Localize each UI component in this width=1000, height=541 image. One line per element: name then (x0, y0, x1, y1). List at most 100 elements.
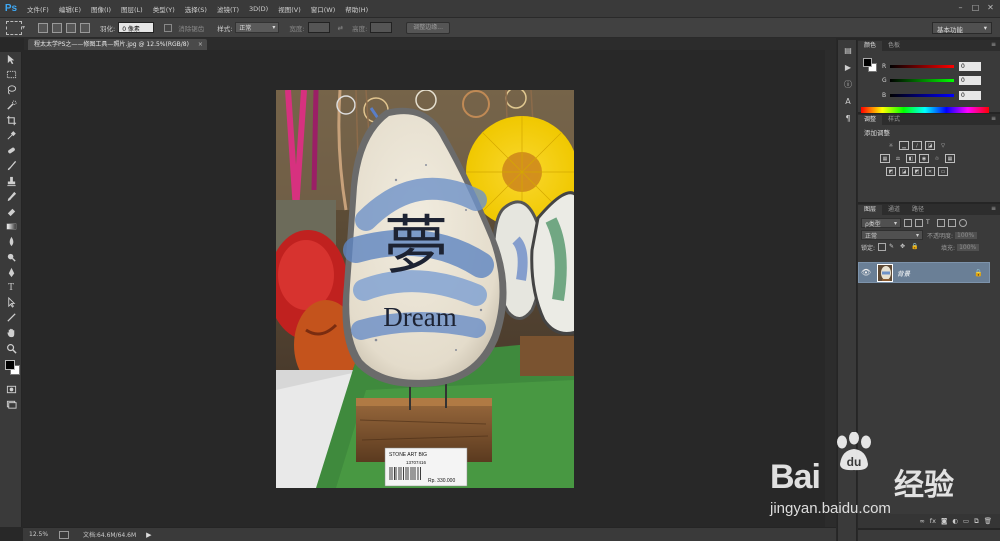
refine-edge-button[interactable]: 调整边缘... (406, 21, 450, 34)
color-balance-icon[interactable]: ⚖ (893, 154, 903, 163)
gradient-tool-icon[interactable] (0, 219, 22, 234)
add-selection-icon[interactable] (52, 22, 62, 33)
style-select[interactable]: 正常 ▾ (235, 22, 280, 33)
filter-adjustment-icon[interactable] (915, 219, 923, 227)
character-panel-icon[interactable]: A (839, 94, 857, 108)
info-panel-icon[interactable]: ⓘ (839, 77, 857, 91)
quick-mask-icon[interactable] (0, 382, 22, 397)
actions-panel-icon[interactable]: ▶ (839, 60, 857, 74)
red-slider[interactable] (890, 64, 954, 68)
tab-swatches[interactable]: 色板 (882, 41, 906, 51)
tab-channels[interactable]: 通道 (882, 205, 906, 215)
green-slider[interactable] (890, 78, 954, 82)
menu-select[interactable]: 选择(S) (180, 4, 212, 14)
rect-marquee-tool-icon[interactable] (0, 67, 22, 82)
hand-tool-icon[interactable] (0, 325, 22, 340)
zoom-tool-icon[interactable] (0, 341, 22, 356)
history-brush-tool-icon[interactable] (0, 189, 22, 204)
panel-menu-icon[interactable]: ≡ (991, 115, 996, 122)
document-image[interactable]: 夢 Dream STONE ART BIG 13707416 Rp. 330.0… (276, 90, 574, 488)
menu-3d[interactable]: 3D(D) (244, 5, 273, 13)
filter-shape-icon[interactable] (937, 219, 945, 227)
height-input[interactable] (370, 22, 393, 33)
blue-slider[interactable] (890, 93, 954, 97)
clone-stamp-tool-icon[interactable] (0, 174, 22, 189)
red-value[interactable]: 0 (959, 61, 981, 71)
brightness-contrast-icon[interactable]: ☼ (886, 141, 896, 150)
lock-transparent-icon[interactable] (878, 243, 887, 251)
tab-adjustments[interactable]: 调整 (858, 115, 883, 125)
filter-type-icon[interactable]: T (926, 219, 934, 227)
foreground-color-swatch[interactable] (863, 58, 872, 67)
color-lookup-icon[interactable]: ▦ (945, 154, 955, 163)
close-button[interactable]: ✕ (985, 2, 996, 13)
channel-mixer-icon[interactable]: ♲ (932, 154, 942, 163)
blue-value[interactable]: 0 (959, 90, 981, 100)
antialias-checkbox[interactable] (164, 23, 173, 32)
layer-kind-filter[interactable]: ρ类型 ▾ (861, 218, 901, 228)
filter-smart-icon[interactable] (948, 219, 956, 227)
tab-color[interactable]: 颜色 (858, 41, 883, 51)
tab-paths[interactable]: 路径 (906, 205, 930, 215)
marquee-preset-icon[interactable] (6, 20, 22, 35)
photo-filter-icon[interactable]: ◉ (919, 154, 929, 163)
filter-pixel-icon[interactable] (904, 219, 912, 227)
eraser-tool-icon[interactable] (0, 204, 22, 219)
tab-styles[interactable]: 样式 (882, 115, 906, 125)
minimize-button[interactable]: – (955, 2, 966, 13)
menu-image[interactable]: 图像(I) (86, 4, 116, 14)
brush-tool-icon[interactable] (0, 158, 22, 173)
fill-input[interactable]: 100% (957, 243, 980, 251)
menu-window[interactable]: 窗口(W) (306, 4, 341, 14)
color-spectrum[interactable] (861, 107, 989, 113)
menu-view[interactable]: 视图(V) (273, 4, 306, 14)
green-value[interactable]: 0 (959, 75, 981, 85)
pen-tool-icon[interactable] (0, 265, 22, 280)
levels-icon[interactable]: ▁ (899, 141, 909, 150)
menu-help[interactable]: 帮助(H) (340, 4, 373, 14)
color-chips[interactable] (0, 356, 22, 382)
hue-saturation-icon[interactable]: ▦ (880, 154, 890, 163)
screen-mode-icon[interactable] (0, 397, 22, 412)
type-tool-icon[interactable]: T (0, 280, 22, 295)
vibrance-icon[interactable]: ▽ (938, 141, 948, 150)
menu-file[interactable]: 文件(F) (22, 4, 54, 14)
swap-icon[interactable]: ⇄ (338, 24, 343, 32)
eye-icon[interactable]: 👁 (859, 268, 873, 277)
opacity-input[interactable]: 100% (955, 231, 978, 239)
dodge-tool-icon[interactable] (0, 249, 22, 264)
lock-position-icon[interactable]: ✥ (900, 243, 908, 251)
selective-color-icon[interactable]: ✕ (925, 167, 935, 176)
tab-layers[interactable]: 图层 (858, 205, 883, 215)
chevron-down-icon[interactable]: ▾ (22, 24, 30, 31)
close-icon[interactable]: × (198, 39, 203, 50)
threshold-icon[interactable]: ◩ (912, 167, 922, 176)
document-tab[interactable]: 程太太学PS之——修图工具—照片.jpg @ 12.5%(RGB/8) × (28, 39, 207, 50)
eyedropper-tool-icon[interactable] (0, 128, 22, 143)
subtract-selection-icon[interactable] (66, 22, 76, 33)
layer-name[interactable]: 背景 (897, 268, 974, 278)
intersect-selection-icon[interactable] (80, 22, 90, 33)
crop-tool-icon[interactable] (0, 113, 22, 128)
status-menu-arrow-icon[interactable]: ▶ (146, 531, 151, 539)
panel-menu-icon[interactable]: ≡ (991, 205, 996, 212)
menu-layer[interactable]: 图层(L) (116, 4, 148, 14)
canvas-area[interactable]: 夢 Dream STONE ART BIG 13707416 Rp. 330.0… (23, 50, 836, 527)
path-select-tool-icon[interactable] (0, 295, 22, 310)
document-info-icon[interactable] (59, 530, 69, 539)
lock-pixels-icon[interactable]: ✎ (889, 243, 897, 251)
feather-input[interactable]: 0 像素 (118, 22, 155, 33)
quick-select-tool-icon[interactable] (0, 98, 22, 113)
maximize-button[interactable]: □ (970, 2, 981, 13)
exposure-icon[interactable]: ◪ (925, 141, 935, 150)
blend-mode-select[interactable]: 正常 ▾ (861, 230, 923, 240)
menu-type[interactable]: 类型(Y) (148, 4, 180, 14)
foreground-color-swatch[interactable] (5, 359, 15, 370)
blur-tool-icon[interactable] (0, 234, 22, 249)
layer-row-background[interactable]: 👁 背景 🔒 (858, 262, 990, 283)
workspace-select[interactable]: 基本功能 ▾ (932, 22, 992, 34)
menu-filter[interactable]: 滤镜(T) (212, 4, 244, 14)
panel-menu-icon[interactable]: ≡ (991, 41, 996, 48)
lock-all-icon[interactable]: 🔒 (911, 243, 919, 251)
black-white-icon[interactable]: ◧ (906, 154, 916, 163)
